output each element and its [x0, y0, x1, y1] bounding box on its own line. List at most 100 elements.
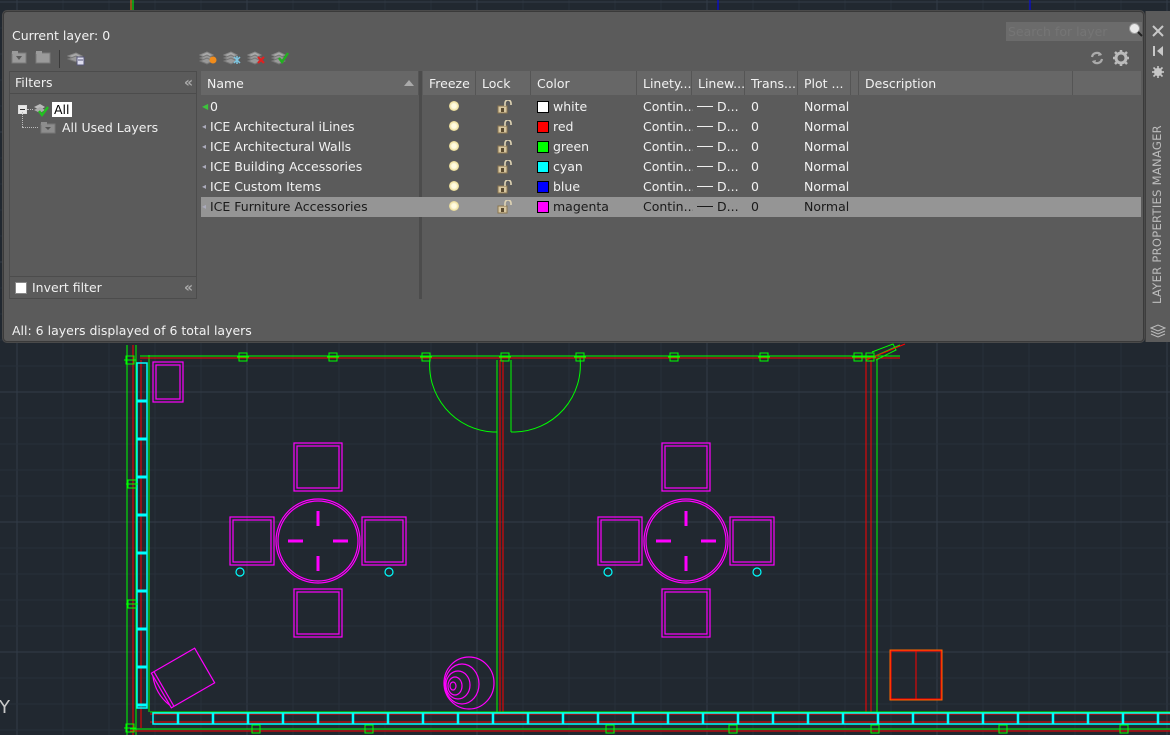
- column-header-lineweight[interactable]: Linew...: [692, 71, 745, 95]
- layer-linetype[interactable]: Contin...: [643, 137, 693, 157]
- layer-transparency[interactable]: 0: [751, 197, 791, 217]
- invert-filter-control[interactable]: Invert filter: [15, 280, 102, 295]
- layer-states-manager-icon[interactable]: [66, 50, 85, 66]
- layer-name[interactable]: ICE Custom Items: [210, 177, 416, 197]
- color-name: white: [553, 99, 588, 114]
- caster-wheel: [752, 567, 762, 577]
- freeze-sun-icon[interactable]: [449, 201, 459, 211]
- set-current-icon[interactable]: [270, 50, 289, 66]
- layer-plot-style[interactable]: Normal: [804, 117, 854, 137]
- layer-plot-style[interactable]: Normal: [804, 197, 854, 217]
- close-icon[interactable]: [1152, 22, 1164, 41]
- settings-icon[interactable]: [1112, 49, 1130, 66]
- search-layer-input[interactable]: [1006, 22, 1142, 41]
- layer-row[interactable]: ◂ ICE Furniture Accessories magenta Contin.…: [201, 197, 1141, 217]
- column-header-linetype[interactable]: Linety...: [637, 71, 692, 95]
- layer-plot-style[interactable]: Normal: [804, 177, 854, 197]
- layer-plot-style[interactable]: Normal: [804, 137, 854, 157]
- column-header-freeze[interactable]: Freeze: [423, 71, 476, 95]
- layer-name[interactable]: 0: [210, 97, 416, 117]
- color-name: magenta: [553, 199, 609, 214]
- layer-name[interactable]: ICE Architectural Walls: [210, 137, 416, 157]
- layer-lineweight[interactable]: D...: [697, 97, 747, 117]
- layer-color[interactable]: cyan: [537, 157, 637, 177]
- layer-lineweight[interactable]: D...: [697, 137, 747, 157]
- new-layer-icon[interactable]: [198, 50, 217, 66]
- unlocked-padlock-icon[interactable]: [497, 99, 513, 117]
- layer-transparency[interactable]: 0: [751, 117, 791, 137]
- layer-linetype[interactable]: Contin...: [643, 197, 693, 217]
- delete-layer-icon[interactable]: [246, 50, 265, 66]
- column-header-blank: [851, 71, 859, 95]
- layer-color[interactable]: magenta: [537, 197, 637, 217]
- freeze-sun-icon[interactable]: [449, 141, 459, 151]
- layer-description[interactable]: [865, 97, 1065, 117]
- layer-description[interactable]: [865, 117, 1065, 137]
- freeze-sun-icon[interactable]: [449, 181, 459, 191]
- layer-description[interactable]: [865, 157, 1065, 177]
- layer-color[interactable]: red: [537, 117, 637, 137]
- layer-name[interactable]: ICE Architectural iLines: [210, 117, 416, 137]
- filter-tree-item-all[interactable]: All: [18, 102, 72, 117]
- column-header-lock[interactable]: Lock: [476, 71, 531, 95]
- layer-lineweight[interactable]: D...: [697, 197, 747, 217]
- invert-filter-checkbox[interactable]: [15, 281, 27, 294]
- freeze-sun-icon[interactable]: [449, 161, 459, 171]
- chair-seat: [364, 519, 404, 563]
- layer-plot-style[interactable]: Normal: [804, 97, 854, 117]
- layer-lineweight[interactable]: D...: [697, 177, 747, 197]
- ucs-y-axis-label: Y: [0, 697, 11, 718]
- layer-name[interactable]: ICE Furniture Accessories: [210, 197, 416, 217]
- collapse-filters-button[interactable]: «: [184, 75, 193, 91]
- layer-linetype[interactable]: Contin...: [643, 117, 693, 137]
- freeze-sun-icon[interactable]: [449, 121, 459, 131]
- layer-lineweight[interactable]: D...: [697, 117, 747, 137]
- layer-color[interactable]: blue: [537, 177, 637, 197]
- unlocked-padlock-icon[interactable]: [497, 179, 513, 197]
- layer-color[interactable]: green: [537, 137, 637, 157]
- unlocked-padlock-icon[interactable]: [497, 159, 513, 177]
- layer-row[interactable]: ◂ ICE Architectural iLines red Contin... D..…: [201, 117, 1141, 137]
- refresh-icon[interactable]: [1089, 50, 1107, 66]
- column-header-plot-style[interactable]: Plot ...: [798, 71, 851, 95]
- layer-linetype[interactable]: Contin...: [643, 157, 693, 177]
- new-layer-vp-frozen-icon[interactable]: [222, 50, 241, 66]
- new-group-filter-icon[interactable]: [35, 50, 53, 66]
- color-name: red: [553, 119, 574, 134]
- layer-transparency[interactable]: 0: [751, 157, 791, 177]
- unlocked-padlock-icon[interactable]: [497, 199, 513, 217]
- layer-description[interactable]: [865, 137, 1065, 157]
- layer-row[interactable]: ◀ 0 white Contin... D... 0 Normal: [201, 97, 1141, 117]
- search-icon[interactable]: [1128, 22, 1144, 41]
- column-header-transparency[interactable]: Trans...: [745, 71, 798, 95]
- layer-transparency[interactable]: 0: [751, 177, 791, 197]
- layer-description[interactable]: [865, 177, 1065, 197]
- column-header-name[interactable]: Name: [201, 71, 419, 95]
- layer-transparency[interactable]: 0: [751, 97, 791, 117]
- column-header-filler: [1073, 71, 1141, 95]
- layer-list-grid: Name Freeze Lock Color Linety... Linew..…: [201, 71, 1141, 299]
- chair: [229, 516, 275, 566]
- layer-transparency[interactable]: 0: [751, 137, 791, 157]
- filter-tree-item-all-used-layers[interactable]: All Used Layers: [40, 120, 158, 135]
- collapse-filters-button-bottom[interactable]: «: [184, 280, 193, 296]
- column-header-description[interactable]: Description: [859, 71, 1073, 95]
- layer-row[interactable]: ◂ ICE Building Accessories cyan Contin... D.…: [201, 157, 1141, 177]
- layer-name[interactable]: ICE Building Accessories: [210, 157, 416, 177]
- new-property-filter-icon[interactable]: [11, 50, 29, 66]
- toolbar-divider: [59, 50, 60, 68]
- layer-linetype[interactable]: Contin...: [643, 97, 693, 117]
- layer-lineweight[interactable]: D...: [697, 157, 747, 177]
- freeze-sun-icon[interactable]: [449, 101, 459, 111]
- layer-color[interactable]: white: [537, 97, 637, 117]
- layer-row[interactable]: ◂ ICE Custom Items blue Contin... D... 0 Norma…: [201, 177, 1141, 197]
- column-header-color[interactable]: Color: [531, 71, 637, 95]
- unlocked-padlock-icon[interactable]: [497, 119, 513, 137]
- properties-icon[interactable]: [1152, 63, 1164, 82]
- layer-row[interactable]: ◂ ICE Architectural Walls green Contin... D.…: [201, 137, 1141, 157]
- layer-linetype[interactable]: Contin...: [643, 177, 693, 197]
- layer-plot-style[interactable]: Normal: [804, 157, 854, 177]
- auto-hide-icon[interactable]: [1152, 42, 1164, 61]
- layer-description[interactable]: [865, 197, 1065, 217]
- unlocked-padlock-icon[interactable]: [497, 139, 513, 157]
